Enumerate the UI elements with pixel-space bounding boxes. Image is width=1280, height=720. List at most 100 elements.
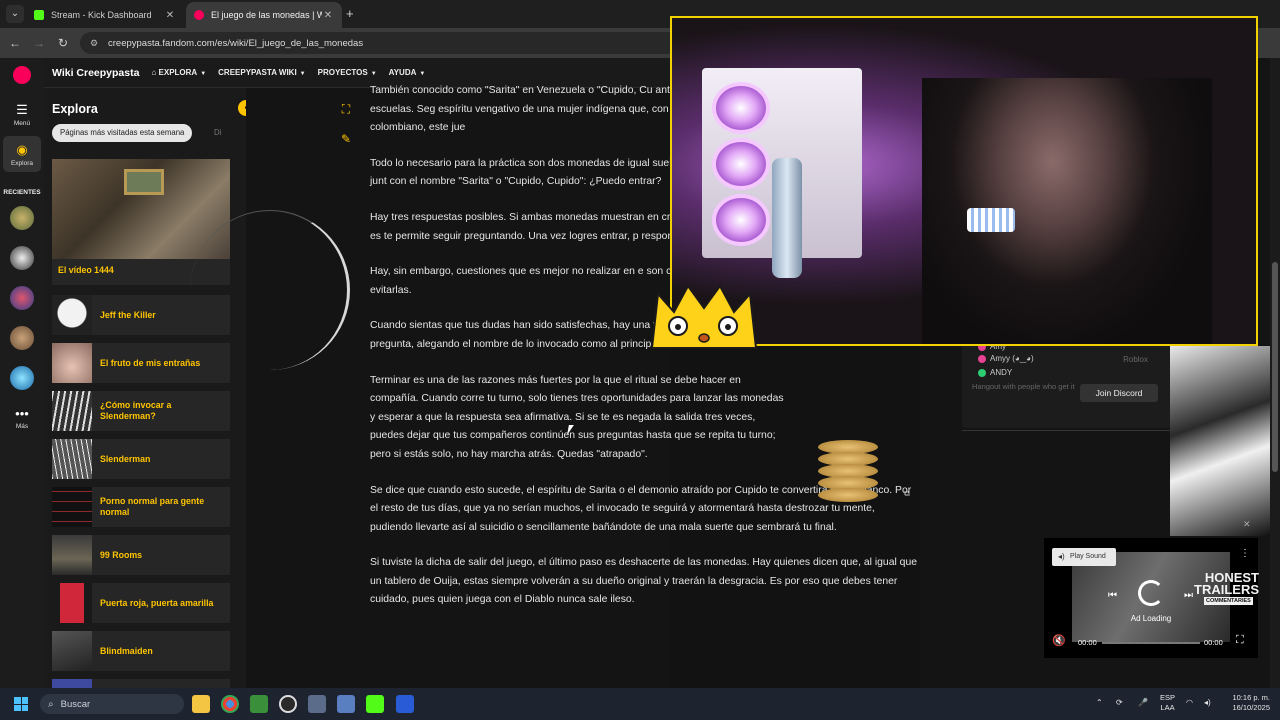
back-icon[interactable]: ←	[6, 34, 24, 52]
nav-label: PROYECTOS	[317, 68, 368, 77]
recent-wiki-avatar[interactable]	[10, 206, 34, 230]
nav-creepypasta-wiki[interactable]: CREEPYPASTA WIKI ▼	[218, 68, 305, 77]
more-options-icon[interactable]: ⋮	[1240, 548, 1250, 559]
site-info-icon[interactable]: ⚙	[90, 38, 100, 48]
progress-bar[interactable]	[1102, 642, 1200, 644]
close-tab-icon[interactable]: ✕	[322, 10, 334, 21]
fan-icon	[712, 82, 770, 134]
explore-item[interactable]: El fruto de mis entrañas	[52, 343, 230, 383]
recent-wiki-avatar[interactable]	[10, 286, 34, 310]
nav-ayuda[interactable]: AYUDA ▼	[389, 68, 426, 77]
system-clock[interactable]: 10:16 p. m. 16/10/2025	[1224, 693, 1270, 713]
explore-item[interactable]: ¿Cómo invocar a Slenderman?	[52, 391, 230, 431]
tab-list-button[interactable]: ⌄	[6, 5, 24, 23]
more-dots-icon: •••	[15, 406, 29, 421]
ad-loading-text: Ad Loading	[1130, 614, 1172, 623]
fullscreen-icon[interactable]: ⛶	[336, 99, 356, 119]
wiki-name[interactable]: Wiki Creepypasta	[52, 67, 139, 79]
explore-item[interactable]: Porno normal para gente normal	[52, 487, 230, 527]
tab-title: El juego de las monedas | Wiki	[211, 10, 322, 20]
recent-wiki-avatar[interactable]	[10, 366, 34, 390]
nav-label: AYUDA	[388, 68, 417, 77]
close-ad-icon[interactable]: ✕	[1243, 519, 1251, 530]
item-thumbnail	[52, 679, 92, 688]
forward-icon[interactable]: →	[30, 34, 48, 52]
explore-item[interactable]: Puerta roja, puerta amarilla	[52, 583, 230, 623]
item-label: ¿Cómo invocar a Slenderman?	[100, 400, 172, 421]
user-name: Amyy (◕‿◕)	[990, 354, 1034, 363]
search-icon: ⌕	[48, 698, 54, 710]
kick-app-icon[interactable]	[366, 695, 384, 713]
calculator-icon[interactable]	[337, 695, 355, 713]
volume-icon[interactable]: ◂)	[1204, 698, 1211, 707]
mute-icon[interactable]: 🔇	[1052, 634, 1066, 647]
search-placeholder: Buscar	[60, 698, 91, 710]
explore-item[interactable]: Slenderman	[52, 439, 230, 479]
secondary-chip[interactable]: Di	[214, 124, 221, 142]
loading-spinner-icon	[1138, 580, 1164, 606]
fandom-icon	[194, 10, 204, 20]
taskbar-search[interactable]: ⌕ Buscar	[40, 694, 184, 714]
item-thumbnail	[52, 295, 92, 335]
address-bar[interactable]: ⚙ creepypasta.fandom.com/es/wiki/El_jueg…	[80, 32, 680, 54]
tab-wiki-article[interactable]: El juego de las monedas | Wiki ✕	[186, 2, 342, 28]
item-thumbnail	[52, 631, 92, 671]
wifi-icon[interactable]: ◠	[1186, 698, 1193, 707]
play-sound-button[interactable]: ◂) Play Sound	[1052, 548, 1116, 566]
app-icon[interactable]	[308, 695, 326, 713]
scrollbar-thumb[interactable]	[1272, 262, 1278, 472]
fullscreen-icon[interactable]: ⛶	[1236, 634, 1244, 647]
chrome-icon[interactable]	[221, 695, 239, 713]
input-language[interactable]: ESP LAA	[1160, 693, 1175, 713]
microphone	[967, 208, 1015, 232]
new-tab-button[interactable]: +	[346, 6, 354, 21]
play-sound-label: Play Sound	[1070, 553, 1106, 560]
video-ad-player[interactable]: ◂) Play Sound ⋮ HONEST TRAILERS COMMENTARI…	[1044, 538, 1259, 658]
nav-explora[interactable]: ⌂ EXPLORA ▼	[151, 68, 206, 77]
menu-button[interactable]: ☰ Menú	[0, 102, 44, 127]
lang-line: ESP	[1160, 693, 1176, 702]
item-thumbnail	[52, 583, 92, 623]
next-icon[interactable]: ⏭	[1184, 590, 1193, 601]
explore-item[interactable]: 99 Rooms	[52, 535, 230, 575]
kick-icon	[34, 10, 44, 20]
close-tab-icon[interactable]: ✕	[164, 10, 176, 21]
tray-app-icon[interactable]: ⟳	[1116, 698, 1123, 707]
chevron-down-icon: ▼	[299, 71, 306, 77]
item-label: Porno normal para gente normal	[100, 496, 205, 517]
recent-wiki-avatar[interactable]	[10, 326, 34, 350]
discord-user: Amyy (◕‿◕)	[978, 354, 1034, 363]
microphone-tray-icon[interactable]: 🎤	[1138, 698, 1148, 707]
nav-label: CREEPYPASTA WIKI	[218, 68, 297, 77]
fandom-logo[interactable]	[13, 66, 31, 84]
most-visited-chip[interactable]: Páginas más visitadas esta semana	[52, 124, 193, 142]
fan-icon	[712, 138, 770, 190]
compass-icon: ◉	[16, 142, 28, 157]
app-icon[interactable]	[396, 695, 414, 713]
brand-line: TRAILERS	[1194, 582, 1259, 597]
url-text: creepypasta.fandom.com/es/wiki/El_juego_…	[108, 37, 364, 49]
explore-nav-icon: ⌂	[151, 68, 159, 77]
explore-button[interactable]: ◉ Explora	[0, 142, 44, 167]
tray-chevron-icon[interactable]: ⌃	[1096, 698, 1103, 707]
file-explorer-icon[interactable]	[192, 695, 210, 713]
expand-image-icon[interactable]: ⧉	[904, 489, 910, 499]
tab-kick-dashboard[interactable]: Stream - Kick Dashboard ✕	[26, 2, 184, 28]
reload-icon[interactable]: ↻	[54, 34, 72, 52]
divider	[962, 430, 1172, 431]
app-icon[interactable]	[279, 695, 297, 713]
join-discord-button[interactable]: Join Discord	[1080, 384, 1158, 402]
previous-icon[interactable]: ⏮	[1108, 590, 1117, 601]
user-avatar	[978, 354, 986, 363]
nav-proyectos[interactable]: PROYECTOS ▼	[318, 68, 377, 77]
minecraft-icon[interactable]	[250, 695, 268, 713]
fandom-global-rail: ☰ Menú ◉ Explora RECIENTES ••• Más	[0, 58, 44, 688]
windows-start-icon[interactable]	[14, 697, 28, 711]
recent-wiki-avatar[interactable]	[10, 246, 34, 270]
coins-image[interactable]	[814, 438, 880, 508]
edit-pencil-icon[interactable]: ✎	[336, 129, 356, 149]
more-button[interactable]: ••• Más	[0, 406, 44, 430]
explore-item[interactable]	[52, 679, 230, 688]
speaker-icon: ◂)	[1058, 552, 1065, 561]
explore-item[interactable]: Blindmaiden	[52, 631, 230, 671]
